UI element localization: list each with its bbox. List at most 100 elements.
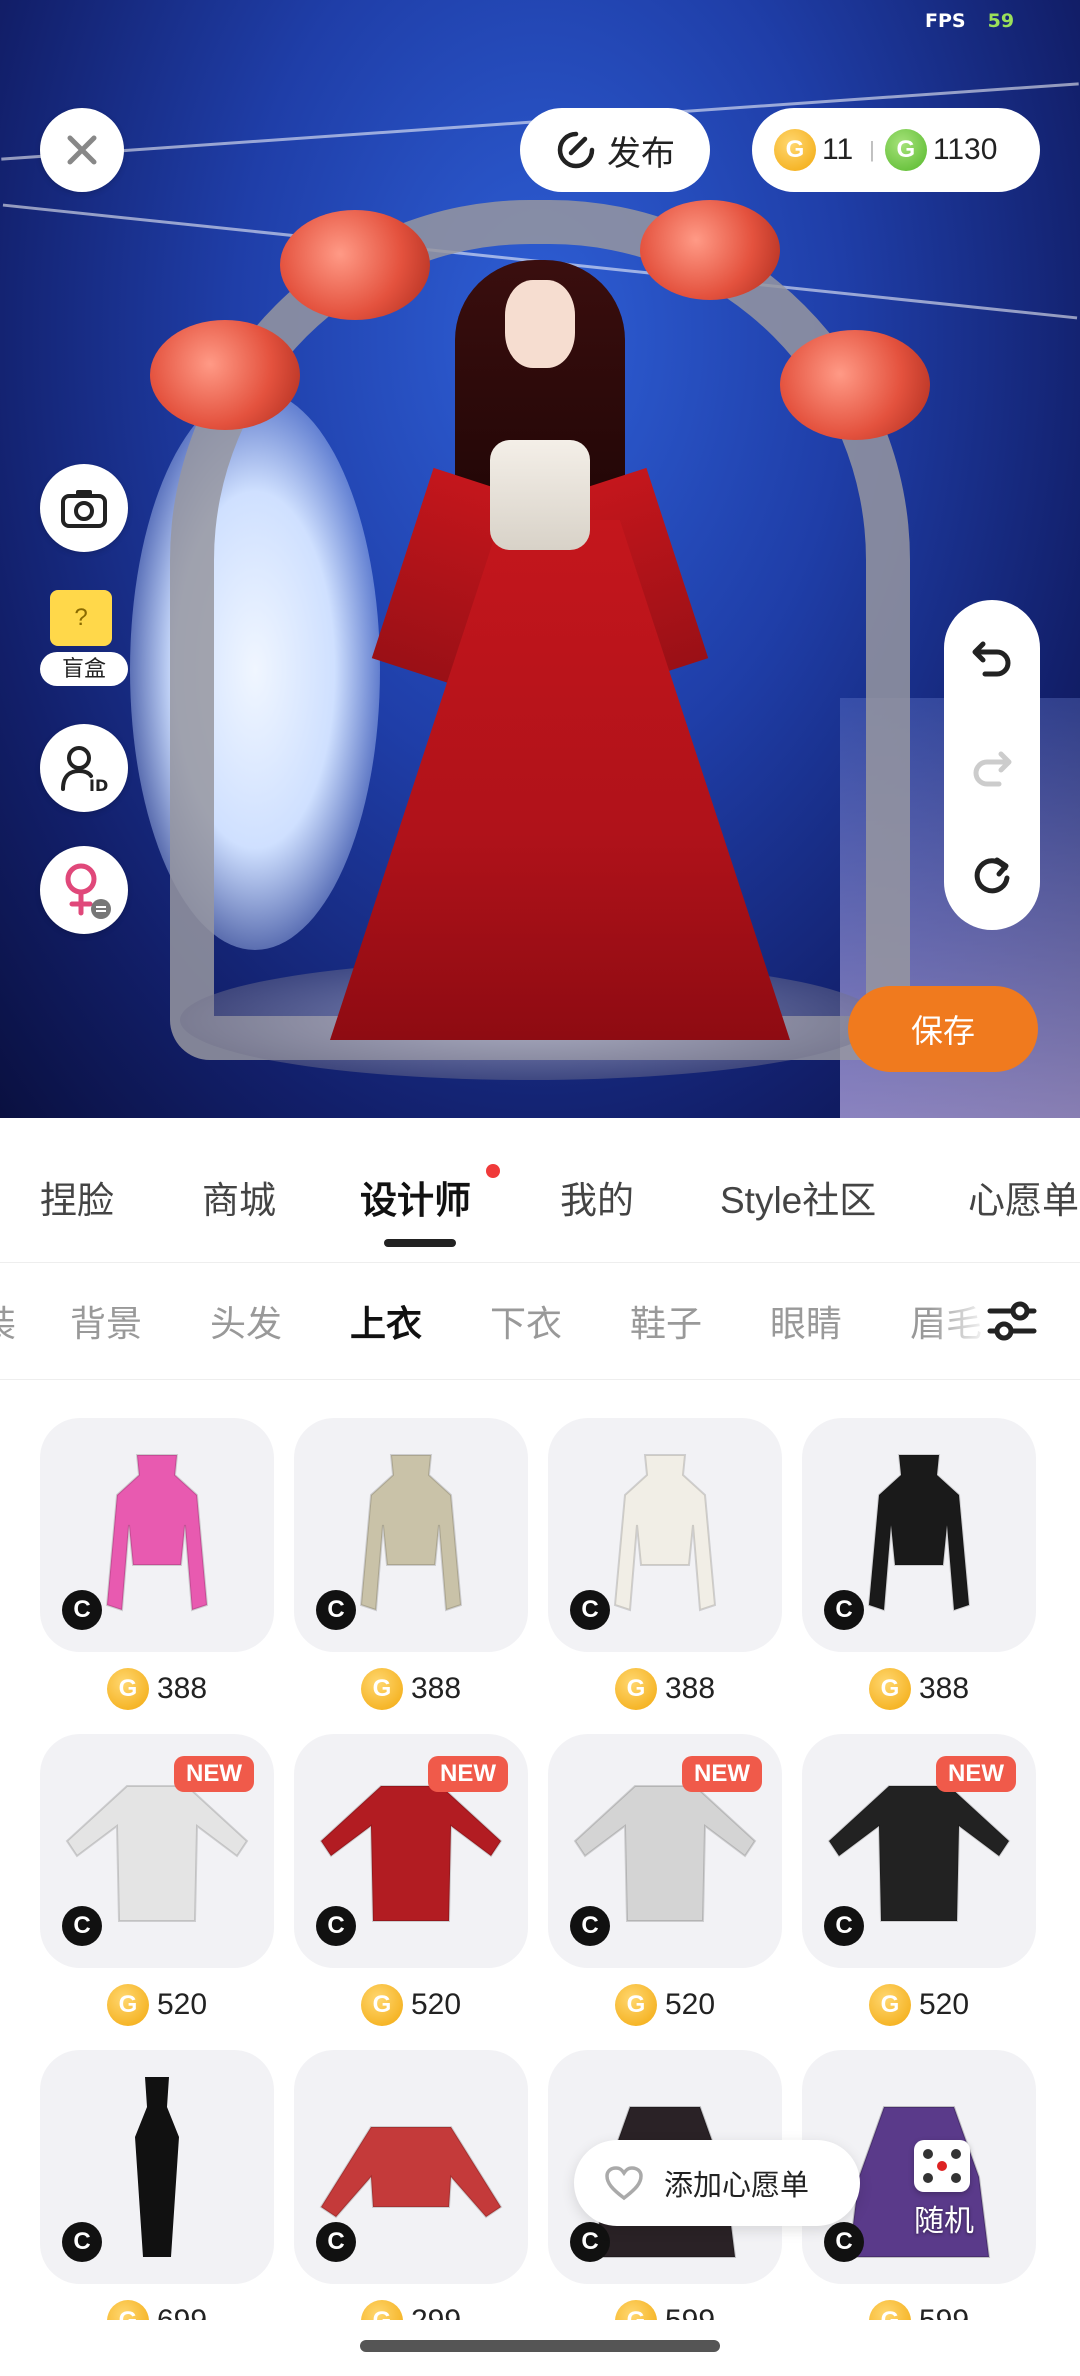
price-value: 520 <box>156 1988 208 2021</box>
gold-coin-icon: G <box>106 2300 149 2320</box>
item-card[interactable]: C <box>548 1418 782 1652</box>
creator-badge-icon: C <box>62 1590 102 1630</box>
item-card[interactable]: C NEW <box>548 1734 782 1968</box>
random-button[interactable]: 随机 <box>884 2128 1004 2248</box>
gold-coin-icon: G <box>614 1668 657 1710</box>
publish-icon <box>557 131 595 169</box>
rose-decoration <box>150 320 300 430</box>
notification-dot <box>486 1164 500 1178</box>
main-tab-bar: 捏脸 商城 设计师 我的 Style社区 心愿单 <box>0 1118 1080 1260</box>
green-coin-icon: G <box>884 129 927 171</box>
dice-icon <box>914 2140 970 2192</box>
subtab-top[interactable]: 上衣 <box>350 1295 422 1347</box>
rose-decoration <box>780 330 930 440</box>
item-price: G 388 <box>40 1668 274 1710</box>
item-card[interactable]: C NEW <box>294 1734 528 1968</box>
gold-coin-icon: G <box>868 1668 911 1710</box>
subtab-shoes[interactable]: 鞋子 <box>630 1295 702 1347</box>
item-tile[interactable]: C NEW G 520 <box>548 1734 782 2026</box>
svg-text:ID: ID <box>89 776 108 793</box>
price-value: 520 <box>918 1988 970 2021</box>
home-indicator <box>360 2340 720 2352</box>
avatar-bodice <box>490 440 590 550</box>
gold-coin-icon: G <box>774 129 816 171</box>
item-tile[interactable]: C NEW G 520 <box>802 1734 1036 2026</box>
subtab-hair[interactable]: 头发 <box>210 1295 282 1347</box>
tab-mine[interactable]: 我的 <box>560 1170 634 1224</box>
gender-switch-button[interactable] <box>40 846 128 934</box>
publish-button[interactable]: 发布 <box>520 108 710 192</box>
filter-icon[interactable] <box>984 1293 1040 1349</box>
tab-designer[interactable]: 设计师 <box>360 1170 471 1224</box>
item-tile[interactable]: C G 388 <box>548 1418 782 1710</box>
subtab-bottom[interactable]: 下衣 <box>490 1295 562 1347</box>
creator-badge-icon: C <box>62 1906 102 1946</box>
edit-history-rail <box>944 600 1040 930</box>
new-badge: NEW <box>682 1756 762 1792</box>
subtab-outfit[interactable]: 套装 <box>0 1295 16 1347</box>
creator-badge-icon: C <box>316 1906 356 1946</box>
item-price: G 388 <box>294 1668 528 1710</box>
tab-shop[interactable]: 商城 <box>202 1170 276 1224</box>
close-icon <box>67 135 97 165</box>
gold-coin-icon: G <box>614 2300 657 2320</box>
item-tile[interactable]: C G 699 <box>40 2050 274 2320</box>
item-card[interactable]: C <box>40 2050 274 2284</box>
item-tile[interactable]: C G 388 <box>802 1418 1036 1710</box>
gold-coin-icon: G <box>360 2300 403 2320</box>
price-value: 520 <box>410 1988 462 2021</box>
tab-style-community[interactable]: Style社区 <box>720 1170 876 1224</box>
undo-icon[interactable] <box>969 632 1015 678</box>
blind-box-button[interactable]: ? 盲盒 <box>40 590 128 690</box>
gold-coin-icon: G <box>868 2300 911 2320</box>
item-tile[interactable]: C G 388 <box>40 1418 274 1710</box>
fps-counter: FPS 59 <box>925 10 1014 32</box>
avatar-id-button[interactable]: ID <box>40 724 128 812</box>
subtab-background[interactable]: 背景 <box>70 1295 142 1347</box>
subtab-eyes[interactable]: 眼睛 <box>770 1295 842 1347</box>
reset-icon[interactable] <box>969 852 1015 898</box>
tab-face[interactable]: 捏脸 <box>40 1170 114 1224</box>
price-value: 520 <box>664 1988 716 2021</box>
item-price: G 520 <box>40 1984 274 2026</box>
currency-display[interactable]: G 11 | G 1130 <box>752 108 1040 192</box>
item-card[interactable]: C <box>294 1418 528 1652</box>
creator-badge-icon: C <box>62 2222 102 2262</box>
fps-label: FPS <box>925 10 966 32</box>
item-tile[interactable]: C G 299 <box>294 2050 528 2320</box>
item-price: G 520 <box>294 1984 528 2026</box>
random-label: 随机 <box>914 2205 974 2238</box>
creator-badge-icon: C <box>316 2222 356 2262</box>
add-wishlist-label: 添加心愿单 <box>664 2170 810 2202</box>
item-card[interactable]: C <box>40 1418 274 1652</box>
item-price: G 520 <box>548 1984 782 2026</box>
redo-icon[interactable] <box>969 742 1015 788</box>
item-price: G 388 <box>548 1668 782 1710</box>
heart-icon <box>605 2166 643 2201</box>
item-card[interactable]: C NEW <box>802 1734 1036 1968</box>
price-value: 388 <box>918 1672 970 1705</box>
price-value: 599 <box>919 2304 969 2320</box>
item-price: G 520 <box>802 1984 1036 2026</box>
creator-badge-icon: C <box>316 1590 356 1630</box>
tab-wishlist[interactable]: 心愿单 <box>968 1170 1079 1224</box>
add-wishlist-button[interactable]: 添加心愿单 <box>574 2140 860 2226</box>
avatar-face <box>505 280 575 368</box>
item-tile[interactable]: C NEW G 520 <box>40 1734 274 2026</box>
creator-badge-icon: C <box>824 1590 864 1630</box>
camera-button[interactable] <box>40 464 128 552</box>
item-tile[interactable]: C NEW G 520 <box>294 1734 528 2026</box>
creator-badge-icon: C <box>570 1906 610 1946</box>
price-value: 388 <box>410 1672 462 1705</box>
item-price: G 299 <box>294 2300 528 2320</box>
price-value: 699 <box>157 2304 207 2320</box>
save-button[interactable]: 保存 <box>848 986 1038 1072</box>
item-tile[interactable]: C G 388 <box>294 1418 528 1710</box>
close-button[interactable] <box>40 108 124 192</box>
item-card[interactable]: C <box>802 1418 1036 1652</box>
item-card[interactable]: C NEW <box>40 1734 274 1968</box>
gold-coin-icon: G <box>614 1984 657 2026</box>
item-price: G 388 <box>802 1668 1036 1710</box>
item-card[interactable]: C <box>294 2050 528 2284</box>
new-badge: NEW <box>174 1756 254 1792</box>
